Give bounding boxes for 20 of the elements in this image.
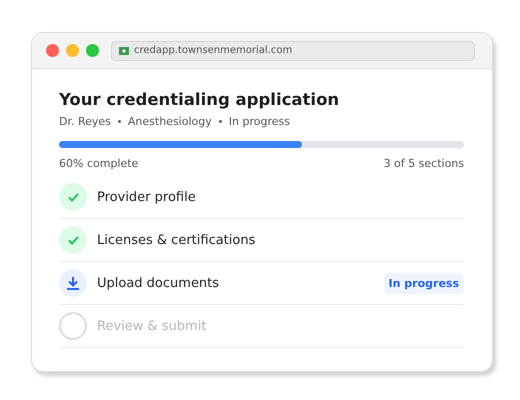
url-text: credapp.townsenmemorial.com <box>134 45 292 56</box>
status-badge: In progress <box>384 272 464 294</box>
bullet-icon <box>118 120 121 123</box>
progress-label: 60% complete <box>59 157 138 170</box>
meta-text: Dr. Reyes <box>59 115 111 128</box>
check-icon <box>68 192 78 202</box>
meta-text: In progress <box>228 115 290 128</box>
step-label[interactable]: Upload documents <box>97 276 374 290</box>
minimize-button[interactable] <box>66 44 79 57</box>
meta-text: Anesthesiology <box>128 115 212 128</box>
close-button[interactable] <box>46 44 59 57</box>
sections-count: 3 of 5 sections <box>384 157 464 170</box>
maximize-button[interactable] <box>86 44 99 57</box>
page-title: Your credentialing application <box>59 89 340 111</box>
step-label[interactable]: Provider profile <box>97 190 464 204</box>
bullet-icon <box>218 120 222 123</box>
check-icon <box>68 236 78 244</box>
step-label[interactable]: Licenses & certifications <box>97 232 464 248</box>
address-bar[interactable]: credapp.townsenmemorial.com <box>111 40 475 60</box>
download-icon <box>67 276 79 290</box>
